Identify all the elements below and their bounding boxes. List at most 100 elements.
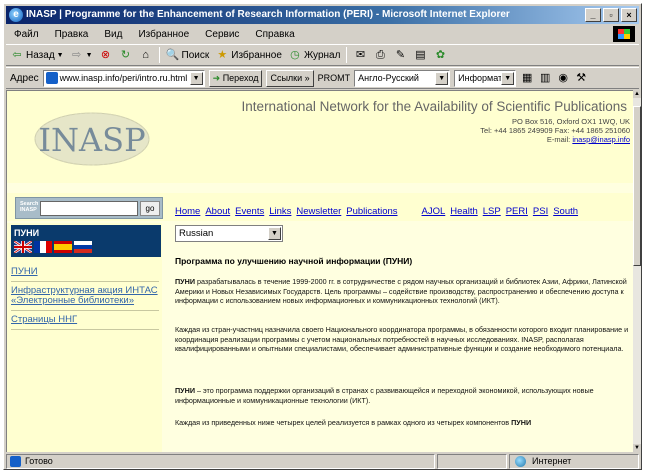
- scroll-thumb[interactable]: [633, 106, 641, 266]
- page-title: Программа по улучшению научной информаци…: [175, 256, 413, 266]
- stop-icon[interactable]: ⊗: [99, 48, 113, 62]
- search-button[interactable]: 🔍 Поиск: [166, 48, 210, 62]
- menu-file[interactable]: Файл: [12, 29, 41, 40]
- translate-icon[interactable]: ▦: [520, 71, 534, 85]
- address-input[interactable]: www.inasp.info/peri/intro.ru.html ▼: [42, 69, 205, 87]
- inasp-logo[interactable]: INASP: [33, 111, 151, 167]
- internet-zone-icon: [515, 455, 526, 467]
- mail-icon[interactable]: ✉: [353, 48, 367, 62]
- paragraph-1: ПУНИ разрабатывалась в течение 1999-2000…: [175, 277, 627, 305]
- windows-logo-icon: [613, 26, 635, 42]
- site-search: Search INASP go: [15, 197, 163, 219]
- minimize-button[interactable]: _: [585, 8, 601, 22]
- sidebar-item-peri[interactable]: ПУНИ: [11, 263, 159, 282]
- sidebar-item-nis-pages[interactable]: Страницы ННГ: [11, 311, 159, 330]
- menu-bar: Файл Правка Вид Избранное Сервис Справка: [6, 25, 639, 43]
- scroll-down-arrow-icon[interactable]: ▼: [633, 444, 641, 452]
- standard-toolbar: ⇦ Назад ▼ ⇨ ▼ ⊗ ↻ ⌂ 🔍 Поиск ★ Избранное ◷ Журн…: [6, 44, 639, 66]
- russia-flag-icon[interactable]: [74, 241, 92, 253]
- nav-ajol[interactable]: AJOL: [422, 206, 446, 217]
- ie-icon: e: [9, 8, 23, 22]
- sidebar: ПУНИ ПУНИ Инфраструктурная акция ИНТАС «…: [7, 223, 162, 452]
- page-done-icon: [10, 455, 21, 467]
- language-box-title: ПУНИ: [14, 228, 40, 238]
- forward-arrow-icon: ⇨: [71, 49, 82, 61]
- language-dropdown[interactable]: ▼: [268, 227, 281, 240]
- dictionary-dropdown[interactable]: ▼: [501, 71, 515, 85]
- refresh-icon[interactable]: ↻: [119, 48, 133, 62]
- dictionary-icon[interactable]: ▥: [538, 71, 552, 85]
- nav-about[interactable]: About: [205, 206, 230, 217]
- org-address: PO Box 516, Oxford OX1 1WQ, UK Tel: +44 …: [480, 117, 630, 144]
- nav-health[interactable]: Health: [450, 206, 477, 217]
- window-controls: _ ▫ ×: [585, 8, 637, 22]
- translation-dropdown[interactable]: ▼: [435, 71, 449, 85]
- search-label: Search INASP: [20, 201, 39, 213]
- sidebar-item-intas[interactable]: Инфраструктурная акция ИНТАС «Электронны…: [11, 282, 159, 311]
- favorites-button[interactable]: ★ Избранное: [215, 48, 282, 62]
- nav-events[interactable]: Events: [235, 206, 264, 217]
- scroll-up-arrow-icon[interactable]: ▲: [633, 90, 641, 98]
- go-button[interactable]: ➜ Переход: [208, 69, 263, 87]
- address-label: Адрес: [10, 72, 39, 84]
- language-box: ПУНИ: [11, 225, 161, 257]
- print-icon[interactable]: ⎙: [373, 48, 387, 62]
- messenger-icon[interactable]: ✿: [433, 48, 447, 62]
- dictionary-select[interactable]: Информатик ▼: [454, 69, 517, 87]
- globe-icon[interactable]: ◉: [556, 71, 570, 85]
- site-search-go-button[interactable]: go: [140, 201, 160, 216]
- tools-icon[interactable]: ⚒: [574, 71, 588, 85]
- nav-newsletter[interactable]: Newsletter: [296, 206, 341, 217]
- nav-home[interactable]: Home: [175, 206, 200, 217]
- security-zone: Интернет: [509, 453, 639, 469]
- history-button[interactable]: ◷ Журнал: [288, 48, 340, 62]
- site-search-input[interactable]: [40, 201, 138, 216]
- vertical-scrollbar[interactable]: ▲ ▼: [633, 90, 641, 452]
- title-bar[interactable]: e INASP | Programme for the Enhancement …: [6, 6, 639, 24]
- toolbar-separator: [346, 47, 348, 63]
- edit-icon[interactable]: ✎: [393, 48, 407, 62]
- search-icon: 🔍: [165, 49, 180, 61]
- language-flags: [14, 241, 92, 253]
- menu-edit[interactable]: Правка: [53, 29, 91, 40]
- menu-favorites[interactable]: Избранное: [136, 29, 191, 40]
- nav-psi[interactable]: PSI: [533, 206, 548, 217]
- nav-lsp[interactable]: LSP: [483, 206, 501, 217]
- nav-links[interactable]: Links: [269, 206, 291, 217]
- language-select[interactable]: Russian ▼: [175, 225, 283, 242]
- address-dropdown[interactable]: ▼: [189, 71, 203, 85]
- uk-flag-icon[interactable]: [14, 241, 32, 253]
- discuss-icon[interactable]: ▤: [413, 48, 427, 62]
- nav-peri[interactable]: PERI: [506, 206, 528, 217]
- go-arrow-icon: ➜: [212, 72, 221, 83]
- history-icon: ◷: [290, 49, 300, 61]
- email-link[interactable]: inasp@inasp.info: [572, 135, 630, 144]
- paragraph-3: ПУНИ – это программа поддержки организац…: [175, 386, 594, 405]
- promt-label: PROMT: [317, 73, 351, 83]
- status-text: Готово: [6, 453, 435, 469]
- search-nav-bar: Search INASP go Home About Events Links …: [7, 193, 633, 221]
- home-icon[interactable]: ⌂: [139, 48, 153, 62]
- nav-south[interactable]: South: [553, 206, 578, 217]
- menu-view[interactable]: Вид: [102, 29, 124, 40]
- favorites-icon: ★: [217, 49, 228, 61]
- nav-publications[interactable]: Publications: [346, 206, 397, 217]
- translation-direction-select[interactable]: Англо-Русский ▼: [354, 69, 451, 87]
- page-viewport: INASP International Network for the Avai…: [6, 90, 633, 452]
- sidebar-links: ПУНИ Инфраструктурная акция ИНТАС «Элект…: [11, 263, 159, 330]
- address-bar: Адрес www.inasp.info/peri/intro.ru.html …: [6, 67, 639, 89]
- spain-flag-icon[interactable]: [54, 241, 72, 253]
- paragraph-2: Каждая из стран-участниц назначила своег…: [175, 325, 629, 353]
- status-panel: [437, 453, 507, 469]
- status-bar: Готово Интернет: [6, 453, 639, 469]
- maximize-button[interactable]: ▫: [603, 8, 619, 22]
- close-button[interactable]: ×: [621, 8, 637, 22]
- france-flag-icon[interactable]: [34, 241, 52, 253]
- menu-help[interactable]: Справка: [253, 29, 296, 40]
- toolbar-separator: [158, 47, 160, 63]
- links-button[interactable]: Ссылки »: [266, 69, 314, 87]
- back-button[interactable]: ⇦ Назад ▼: [10, 48, 63, 62]
- forward-button[interactable]: ⇨ ▼: [70, 48, 93, 62]
- svg-text:INASP: INASP: [38, 121, 145, 159]
- menu-tools[interactable]: Сервис: [203, 29, 241, 40]
